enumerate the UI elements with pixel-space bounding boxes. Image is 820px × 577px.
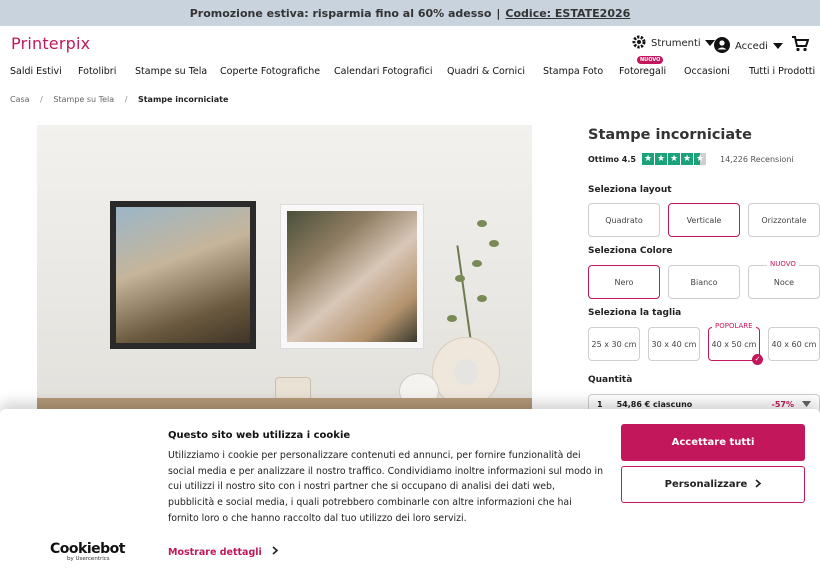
wedding-photo-2 xyxy=(287,211,417,342)
check-icon: ✓ xyxy=(752,354,763,365)
leaf xyxy=(489,240,499,247)
nav-item-stampa-foto[interactable]: Stampa Foto xyxy=(543,66,603,77)
chevron-right-icon xyxy=(755,478,762,491)
login-label: Accedi xyxy=(735,41,768,52)
white-frame xyxy=(280,204,424,349)
cookiebot-logo: Cookiebot xyxy=(50,541,125,557)
breadcrumb-current: Stampe incorniciate xyxy=(137,95,229,104)
wedding-photo-1 xyxy=(116,207,250,343)
nav-item-fotoregali[interactable]: Fotoregali xyxy=(619,66,666,77)
caret-down-icon xyxy=(802,400,811,409)
color-label: Seleziona Colore xyxy=(588,246,673,256)
half-star-icon: ★ xyxy=(693,153,706,165)
leaf xyxy=(472,260,482,267)
quantity-price: 54,86 € ciascuno xyxy=(616,399,693,409)
cart-icon xyxy=(791,36,810,56)
cookie-banner: Questo sito web utilizza i cookie Utiliz… xyxy=(0,409,820,577)
login-menu[interactable]: Accedi xyxy=(714,37,783,56)
color-option-noce[interactable]: Noce xyxy=(748,265,820,299)
star-icon: ★ xyxy=(680,153,693,165)
cookie-text: Utilizziamo i cookie per personalizzare … xyxy=(168,450,604,524)
gear-icon xyxy=(631,34,647,53)
promo-code-link[interactable]: Codice: ESTATE2026 xyxy=(505,7,630,20)
nav-item-coperte-fotografiche[interactable]: Coperte Fotografiche xyxy=(220,66,320,77)
leaf xyxy=(477,295,487,302)
star-icon: ★ xyxy=(667,153,680,165)
cart-button[interactable] xyxy=(791,36,810,56)
site-header: Printerpix NUOVO Strumenti Accedi xyxy=(0,26,820,64)
vase-hole xyxy=(454,359,478,385)
nav-item-saldi-estivi[interactable]: Saldi Estivi xyxy=(10,66,62,77)
promo-separator: | xyxy=(496,6,501,20)
details-label: Mostrare dettagli xyxy=(168,546,262,558)
breadcrumb: Casa / Stampe su Tela / Stampe incornici… xyxy=(10,95,228,104)
account-icon xyxy=(714,37,730,56)
tools-new-badge: NUOVO xyxy=(637,56,664,64)
caret-down-icon xyxy=(772,41,783,52)
star-icon: ★ xyxy=(641,153,654,165)
rating-label: Ottimo 4.5 xyxy=(588,154,636,164)
leaf xyxy=(447,315,457,322)
size-option-40x60[interactable]: 40 x 60 cm xyxy=(768,327,820,361)
cookie-title: Questo sito web utilizza i cookie xyxy=(168,430,351,441)
star-icon: ★ xyxy=(654,153,667,165)
promo-banner[interactable]: Promozione estiva: risparmia fino al 60%… xyxy=(0,0,820,26)
new-tag: NUOVO xyxy=(767,260,799,268)
main-nav: Saldi Estivi Fotolibri Stampe su Tela Co… xyxy=(0,64,820,82)
product-image[interactable] xyxy=(37,125,532,410)
tools-menu[interactable]: Strumenti xyxy=(631,34,715,53)
accept-all-button[interactable]: Accettare tutti xyxy=(621,424,805,461)
size-option-25x30[interactable]: 25 x 30 cm xyxy=(588,327,640,361)
layout-label: Seleziona layout xyxy=(588,185,672,195)
quantity-label: Quantità xyxy=(588,375,633,385)
tools-label: Strumenti xyxy=(651,38,701,49)
size-label: Seleziona la taglia xyxy=(588,308,682,318)
customize-label: Personalizzare xyxy=(664,479,748,490)
rating-stars: ★ ★ ★ ★ ★ xyxy=(641,153,706,165)
logo[interactable]: Printerpix xyxy=(11,34,90,53)
breadcrumb-separator: / xyxy=(40,95,43,104)
breadcrumb-separator: / xyxy=(124,95,128,104)
promo-text: Promozione estiva: risparmia fino al 60%… xyxy=(189,6,492,20)
nav-item-stampe-su-tela[interactable]: Stampe su Tela xyxy=(135,66,207,77)
cookiebot-sub: by Usercentrics xyxy=(67,556,110,562)
breadcrumb-home[interactable]: Casa xyxy=(10,95,30,104)
color-option-nero[interactable]: Nero xyxy=(588,265,660,299)
layout-option-verticale[interactable]: Verticale xyxy=(668,203,740,237)
customize-button[interactable]: Personalizzare xyxy=(621,466,805,503)
nav-item-quadri-cornici[interactable]: Quadri & Cornici xyxy=(447,66,525,77)
reviews-count[interactable]: 14,226 Recensioni xyxy=(720,155,794,164)
rating-row[interactable]: Ottimo 4.5 ★ ★ ★ ★ ★ 14,226 Recensioni xyxy=(588,153,794,165)
quantity-count: 1 xyxy=(597,399,603,409)
breadcrumb-category[interactable]: Stampe su Tela xyxy=(53,95,114,104)
nav-item-calendari-fotografici[interactable]: Calendari Fotografici xyxy=(334,66,432,77)
size-option-30x40[interactable]: 30 x 40 cm xyxy=(648,327,700,361)
nav-item-fotolibri[interactable]: Fotolibri xyxy=(78,66,116,77)
layout-option-orizzontale[interactable]: Orizzontale xyxy=(748,203,820,237)
show-details-link[interactable]: Mostrare dettagli xyxy=(168,546,278,558)
color-option-bianco[interactable]: Bianco xyxy=(668,265,740,299)
leaf xyxy=(477,220,487,227)
nav-item-tutti-i-prodotti[interactable]: Tutti i Prodotti xyxy=(749,66,815,77)
nav-item-occasioni[interactable]: Occasioni xyxy=(684,66,730,77)
chevron-right-icon xyxy=(272,546,278,558)
layout-option-quadrato[interactable]: Quadrato xyxy=(588,203,660,237)
product-title: Stampe incorniciate xyxy=(588,127,752,143)
quantity-discount: -57% xyxy=(771,399,794,409)
leaf xyxy=(455,275,465,282)
black-frame xyxy=(110,201,256,349)
popular-tag: POPOLARE xyxy=(712,322,756,330)
